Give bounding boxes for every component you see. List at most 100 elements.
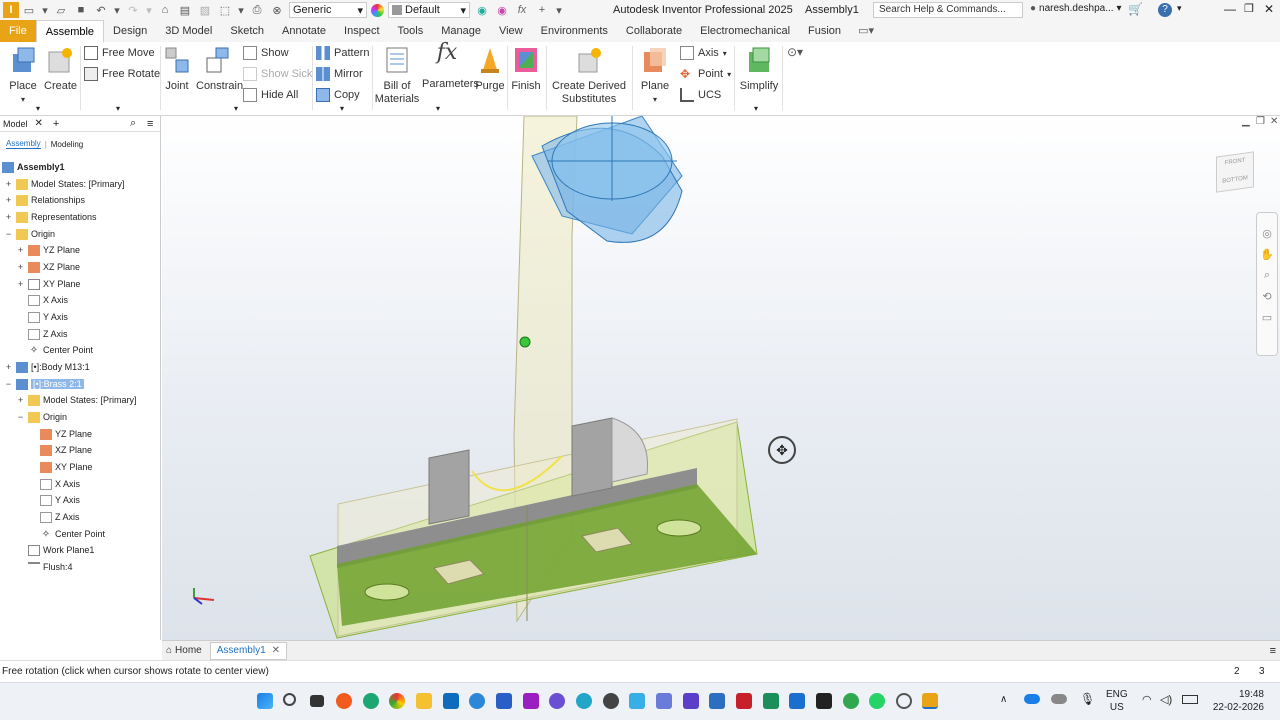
collapse-icon[interactable]: − [4, 229, 13, 239]
app-icon-8[interactable] [789, 693, 805, 709]
user-account[interactable]: ● naresh.deshpa... ▾ [1030, 3, 1122, 14]
position-panel-expand-icon[interactable]: ▾ [116, 104, 120, 113]
app-icon-2[interactable] [629, 693, 645, 709]
search-help-box[interactable]: Search Help & Commands... [873, 2, 1023, 18]
purge-button[interactable]: Purge [475, 46, 505, 93]
pattern-panel-expand-icon[interactable]: ▾ [340, 104, 344, 113]
tree-item-assembly-root[interactable]: Assembly1 [2, 159, 65, 175]
tree-item-y-axis-2[interactable]: Y Axis [40, 492, 80, 508]
expand-icon[interactable]: + [16, 262, 25, 272]
pan-icon[interactable]: ✋ [1257, 248, 1277, 261]
viewport-minimize-icon[interactable]: ▁ [1242, 116, 1250, 127]
tree-item-x-axis-2[interactable]: X Axis [40, 476, 80, 492]
home-tab[interactable]: ⌂ Home [166, 645, 202, 656]
simplify-button[interactable]: Simplify [738, 46, 780, 93]
close-icon[interactable]: ✕ [272, 645, 280, 656]
expand-icon[interactable]: + [4, 195, 13, 205]
tree-item-center-point[interactable]: ✧ Center Point [28, 342, 93, 358]
help-dropdown-icon[interactable]: ▾ [1177, 3, 1182, 14]
assembly-doc-tab[interactable]: Assembly1 ✕ [209, 641, 288, 660]
tree-item-xz-plane-2[interactable]: XZ Plane [40, 442, 92, 458]
finish-button[interactable]: Finish [510, 46, 542, 93]
tree-item-y-axis[interactable]: Y Axis [28, 309, 68, 325]
plus-icon[interactable]: + [534, 2, 550, 18]
pattern-button[interactable]: Pattern [316, 44, 369, 62]
tree-item-model-states[interactable]: + Model States: [Primary] [4, 176, 125, 192]
file-explorer-icon[interactable] [416, 693, 432, 709]
tree-item-work-plane1[interactable]: Work Plane1 [28, 542, 94, 558]
customize-qat-icon[interactable]: ▾ [554, 2, 564, 18]
joint-button[interactable]: Joint [163, 46, 191, 93]
tree-item-z-axis[interactable]: Z Axis [28, 326, 68, 342]
tree-item-representations[interactable]: + Representations [4, 209, 97, 225]
expand-icon[interactable]: + [4, 212, 13, 222]
expand-icon[interactable]: + [4, 362, 13, 372]
photos-icon[interactable] [549, 693, 565, 709]
tab-file[interactable]: File [0, 20, 36, 42]
tree-item-center-point-2[interactable]: ✧ Center Point [40, 526, 105, 542]
tab-sketch[interactable]: Sketch [221, 20, 273, 42]
subtab-modeling[interactable]: Modeling [51, 140, 83, 149]
place-button[interactable]: Place ▾ [8, 46, 38, 106]
collapse-icon[interactable]: − [16, 412, 25, 422]
whatsapp-icon[interactable] [869, 693, 885, 709]
app-icon-9[interactable] [816, 693, 832, 709]
print-icon[interactable]: ⎙ [249, 2, 265, 18]
browser-tab-model[interactable]: Model [3, 119, 28, 129]
ribbon-display-options-icon[interactable]: ▭▾ [858, 20, 874, 42]
cart-icon[interactable]: 🛒 [1128, 2, 1143, 16]
home-view-icon[interactable]: ⌂ [157, 2, 173, 18]
zoom-icon[interactable]: ⌕ [1257, 269, 1277, 282]
create-derived-substitutes-button[interactable]: Create Derived Substitutes [550, 46, 628, 106]
tab-collaborate[interactable]: Collaborate [617, 20, 691, 42]
undo-icon[interactable]: ↶ [93, 2, 109, 18]
ribbon-options-icon[interactable]: ⊙▾ [787, 45, 803, 59]
open-icon[interactable]: ▱ [53, 2, 69, 18]
copy-button[interactable]: Copy [316, 86, 360, 104]
tab-assemble[interactable]: Assemble [35, 20, 105, 42]
undo-dropdown-icon[interactable]: ▾ [113, 2, 121, 18]
help-icon[interactable]: ? [1158, 3, 1172, 17]
redo-dropdown-icon[interactable]: ▾ [145, 2, 153, 18]
microphone-icon[interactable]: 🎙 [1080, 692, 1095, 706]
restore-icon[interactable]: ❐ [1244, 2, 1254, 15]
teams-icon[interactable] [469, 693, 485, 709]
tree-item-xz-plane[interactable]: + XZ Plane [16, 259, 80, 275]
search-icon[interactable]: ⌕ [130, 117, 136, 130]
orbit-icon[interactable]: ⟲ [1257, 290, 1277, 303]
tree-item-model-states-2[interactable]: + Model States: [Primary] [16, 392, 137, 408]
update-icon[interactable]: ▤ [177, 2, 193, 18]
point-button[interactable]: ✥ Point ▾ [680, 65, 731, 83]
expand-icon[interactable]: + [16, 395, 25, 405]
copilot-icon[interactable] [576, 693, 592, 709]
cloud-icon[interactable] [1051, 694, 1067, 704]
select-icon[interactable]: ⬚ [217, 2, 233, 18]
app-icon-6[interactable] [736, 693, 752, 709]
app-icon-1[interactable] [603, 693, 619, 709]
store-icon[interactable] [496, 693, 512, 709]
tree-item-flush-4[interactable]: Flush:4 [28, 559, 73, 575]
tree-item-origin[interactable]: − Origin [4, 226, 55, 242]
color-wheel-icon[interactable] [371, 3, 384, 17]
onenote-icon[interactable] [523, 693, 539, 709]
start-windows-icon[interactable] [257, 693, 273, 709]
inventor-taskbar-icon[interactable] [922, 693, 938, 709]
tab-annotate[interactable]: Annotate [273, 20, 335, 42]
collapse-icon[interactable]: − [4, 379, 13, 389]
show-hidden-icons[interactable]: ∧ [1000, 694, 1007, 705]
parameters-button[interactable]: fx Parameters [422, 42, 479, 91]
tab-view[interactable]: View [490, 20, 532, 42]
adjust-appearance-icon[interactable]: ◉ [494, 2, 510, 18]
full-navigation-wheel-icon[interactable]: ◎ [1257, 227, 1277, 240]
expand-icon[interactable]: + [16, 279, 25, 289]
tab-fusion[interactable]: Fusion [799, 20, 850, 42]
simplify-panel-expand-icon[interactable]: ▾ [754, 104, 758, 113]
relationships-panel-expand-icon[interactable]: ▾ [234, 104, 238, 113]
app-icon-5[interactable] [709, 693, 725, 709]
viewport-close-icon[interactable]: ✕ [1270, 116, 1278, 127]
viewcube[interactable]: FRONT BOTTOM [1216, 151, 1256, 194]
free-move-button[interactable]: Free Move [84, 44, 155, 62]
show-button[interactable]: Show [243, 44, 289, 62]
tab-design[interactable]: Design [104, 20, 156, 42]
redo-icon[interactable]: ↷ [125, 2, 141, 18]
